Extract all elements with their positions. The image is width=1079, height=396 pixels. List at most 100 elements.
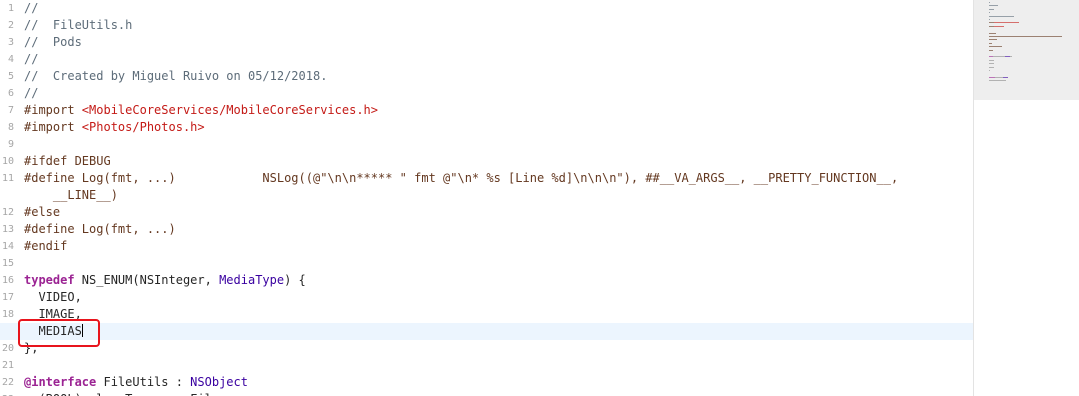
line-number: 4 <box>7 54 14 65</box>
code-line[interactable]: }; <box>24 340 973 357</box>
line-number: 1 <box>7 3 14 14</box>
minimap[interactable] <box>973 0 1079 396</box>
line-number: 22 <box>1 377 14 388</box>
line-number: 3 <box>7 37 14 48</box>
line-number: 7 <box>7 105 14 116</box>
line-number: 21 <box>1 360 14 371</box>
line-number: 16 <box>1 275 14 286</box>
line-number: 17 <box>1 292 14 303</box>
line-number: 6 <box>7 88 14 99</box>
minimap-line <box>989 63 994 65</box>
line-number: 8 <box>7 122 14 133</box>
code-token: // <box>24 1 39 15</box>
line-number: 11 <box>1 173 14 184</box>
minimap-line <box>993 56 1005 58</box>
code-line[interactable]: #ifdef DEBUG <box>24 153 973 170</box>
code-token: <MobileCoreServices/MobileCoreServices.h… <box>81 103 379 117</box>
line-number: 20 <box>1 343 14 354</box>
code-line[interactable] <box>24 136 973 153</box>
code-token: __LINE__) <box>24 188 118 202</box>
code-token: typedef <box>24 273 75 287</box>
minimap-line <box>989 8 994 10</box>
minimap-line <box>989 80 1006 82</box>
code-token: @interface <box>24 375 97 389</box>
code-token: #define Log(fmt, ...) <box>24 222 176 236</box>
line-number <box>0 187 14 204</box>
text-cursor <box>81 324 83 337</box>
code-line[interactable]: // Created by Miguel Ruivo on 05/12/2018… <box>24 68 973 85</box>
code-line[interactable]: (BOOL) clearTemporaryFiles; <box>24 391 973 396</box>
minimap-line <box>989 59 994 61</box>
line-number: 9 <box>7 139 14 150</box>
code-token: MediaType <box>219 273 285 287</box>
code-line[interactable]: typedef NS_ENUM(NSInteger, MediaType) { <box>24 272 973 289</box>
line-number: 15 <box>1 258 14 269</box>
minimap-line <box>1010 56 1012 58</box>
minimap-line <box>989 19 990 20</box>
minimap-line <box>989 12 990 14</box>
line-number: 14 <box>1 241 14 252</box>
code-line[interactable]: // <box>24 0 973 17</box>
code-line[interactable]: IMAGE, <box>24 306 973 323</box>
code-token: #import <box>24 103 82 117</box>
code-editor[interactable]: 1234567891011121314151617181920212223 //… <box>0 0 973 396</box>
line-number: 2 <box>7 20 14 31</box>
code-token: ) { <box>284 273 306 287</box>
code-line[interactable]: #define Log(fmt, ...) <box>24 221 973 238</box>
minimap-line <box>989 42 992 44</box>
line-number: 23 <box>0 391 14 396</box>
code-token: #define Log(fmt, ...) NSLog((@"\n\n*****… <box>24 171 899 185</box>
line-number: 13 <box>1 224 14 235</box>
code-token: #import <box>24 120 82 134</box>
minimap-line <box>989 39 997 41</box>
code-token: #ifdef DEBUG <box>24 154 111 168</box>
code-line[interactable] <box>24 357 973 374</box>
minimap-line <box>989 36 1062 37</box>
code-token: // <box>24 52 39 66</box>
line-number: 18 <box>1 309 14 320</box>
code-token: }; <box>24 341 39 355</box>
minimap-line <box>994 22 1019 24</box>
code-token: // FileUtils.h <box>24 18 133 32</box>
line-number: 10 <box>1 156 14 167</box>
code-line[interactable]: // <box>24 51 973 68</box>
code-line[interactable]: // FileUtils.h <box>24 17 973 34</box>
current-code-line[interactable]: MEDIAS <box>0 323 973 340</box>
code-token: NSObject <box>190 375 248 389</box>
code-line[interactable]: #import <Photos/Photos.h> <box>24 119 973 136</box>
code-line[interactable]: // <box>24 85 973 102</box>
minimap-line <box>1003 76 1008 78</box>
code-token: FileUtils : <box>96 375 191 389</box>
code-text-area[interactable]: // // FileUtils.h // Pods // // Created by M… <box>0 0 973 396</box>
code-line[interactable]: VIDEO, <box>24 289 973 306</box>
minimap-line <box>989 66 994 68</box>
code-line[interactable]: #define Log(fmt, ...) NSLog((@"\n\n*****… <box>24 170 973 187</box>
code-line[interactable]: __LINE__) <box>24 187 973 204</box>
minimap-line <box>989 46 1002 48</box>
minimap-line <box>994 25 1004 27</box>
code-token: #else <box>24 205 61 219</box>
code-line[interactable]: #import <MobileCoreServices/MobileCoreSe… <box>24 102 973 119</box>
minimap-line <box>989 5 998 7</box>
code-token: IMAGE, <box>24 307 82 321</box>
minimap-line <box>989 15 1014 17</box>
code-token: #endif <box>24 239 68 253</box>
code-token: // <box>24 86 39 100</box>
code-line[interactable]: @interface FileUtils : NSObject <box>24 374 973 391</box>
code-token: VIDEO, <box>24 290 82 304</box>
code-token: <Photos/Photos.h> <box>81 120 205 134</box>
code-line[interactable] <box>24 255 973 272</box>
code-line[interactable]: // Pods <box>24 34 973 51</box>
code-token: (BOOL) clearTemporaryFiles; <box>24 392 233 396</box>
code-token: NS_ENUM(NSInteger, <box>74 273 220 287</box>
code-line[interactable]: #endif <box>24 238 973 255</box>
code-token: // Pods <box>24 35 82 49</box>
minimap-line <box>989 32 996 34</box>
minimap-line <box>995 76 1003 78</box>
code-line[interactable]: #else <box>24 204 973 221</box>
code-token: // Created by Miguel Ruivo on 05/12/2018… <box>24 69 328 83</box>
minimap-line <box>989 49 993 51</box>
line-number: 12 <box>1 207 14 218</box>
minimap-line <box>989 70 990 71</box>
line-number: 5 <box>7 71 14 82</box>
